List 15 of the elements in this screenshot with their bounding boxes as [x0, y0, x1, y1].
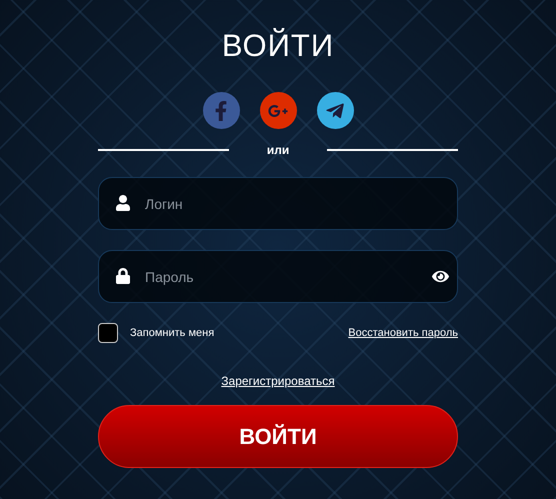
page-title: ВОЙТИ: [222, 28, 334, 64]
remember-label: Запомнить меня: [130, 327, 214, 339]
password-field[interactable]: Пароль: [98, 250, 458, 303]
register-link[interactable]: Зарегистрироваться: [221, 374, 335, 388]
divider-text: или: [266, 143, 290, 157]
user-icon: [115, 195, 131, 211]
lock-icon: [115, 268, 131, 284]
social-login-button[interactable]: [316, 92, 354, 129]
paper-plane-icon: [325, 100, 345, 120]
restore-password-link[interactable]: Восстановить пароль: [348, 327, 458, 339]
remember-checkbox[interactable]: [98, 323, 118, 343]
eye-icon[interactable]: [432, 268, 449, 285]
login-button[interactable]: ВОЙТИ: [98, 405, 458, 468]
social-login-button[interactable]: [260, 92, 296, 129]
login-field[interactable]: Логин: [98, 177, 458, 230]
